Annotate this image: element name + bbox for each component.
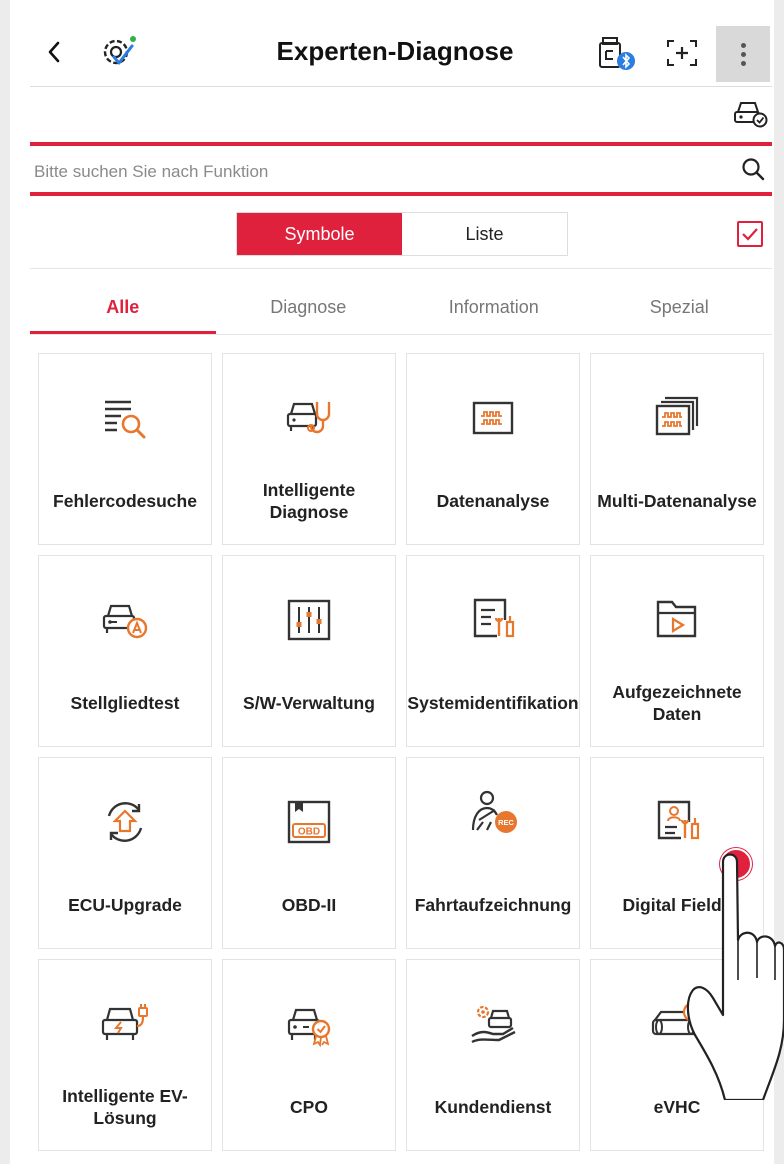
function-grid: Fehlercodesuche Intelligente Diagnose Da…: [38, 353, 764, 1151]
tile-systemidentifikation[interactable]: Systemidentifikation: [406, 555, 580, 747]
digital-field-icon: [657, 800, 700, 840]
tile-intelligente-ev-loesung[interactable]: Intelligente EV-Lösung: [38, 959, 212, 1151]
search-icon[interactable]: [740, 156, 766, 182]
more-options-button[interactable]: [716, 26, 770, 82]
car-check-icon[interactable]: [732, 98, 768, 128]
tile-aufgezeichnete-daten[interactable]: Aufgezeichnete Daten: [590, 555, 764, 747]
tile-fahrtaufzeichnung[interactable]: REC Fahrtaufzeichnung: [406, 757, 580, 949]
header-divider: [30, 86, 772, 87]
recorded-data-icon: [656, 600, 697, 638]
svg-text:REC: REC: [498, 818, 514, 827]
ev-solution-icon: [101, 1004, 148, 1040]
back-icon: [48, 41, 60, 63]
tile-intelligente-diagnose[interactable]: Intelligente Diagnose: [222, 353, 396, 545]
system-identification-icon: [473, 598, 515, 638]
smart-diagnosis-icon: [286, 402, 331, 434]
page-title: Experten-Diagnose: [276, 36, 514, 66]
tab-information[interactable]: Information: [401, 280, 587, 334]
data-analysis-icon: [472, 401, 514, 435]
tile-label: Stellgliedtest: [70, 693, 180, 714]
more-vertical-icon: [740, 42, 746, 48]
tile-label: Multi-Datenanalyse: [597, 491, 757, 512]
app-settings-icon[interactable]: [96, 30, 140, 74]
tile-sw-verwaltung[interactable]: S/W-Verwaltung: [222, 555, 396, 747]
tile-multi-datenanalyse[interactable]: Multi-Datenanalyse: [590, 353, 764, 545]
divider: [30, 334, 772, 335]
vci-bluetooth-icon[interactable]: [596, 34, 638, 74]
customer-service-icon: [471, 1005, 516, 1044]
search-input[interactable]: [34, 152, 724, 192]
tile-datenanalyse[interactable]: Datenanalyse: [406, 353, 580, 545]
tile-ecu-upgrade[interactable]: ECU-Upgrade: [38, 757, 212, 949]
tile-label: Kundendienst: [434, 1097, 552, 1118]
checkmark-icon: [742, 228, 758, 241]
tile-label: ECU-Upgrade: [68, 895, 182, 916]
multi-data-analysis-icon: [655, 396, 699, 436]
search-top-border: [30, 142, 772, 146]
svg-text:OBD: OBD: [298, 827, 320, 838]
tile-fehlercodesuche[interactable]: Fehlercodesuche: [38, 353, 212, 545]
ecu-upgrade-icon: [107, 802, 143, 842]
tile-label: OBD-II: [281, 895, 337, 916]
tile-label: Intelligente EV-Lösung: [62, 1086, 188, 1128]
tile-stellgliedtest[interactable]: Stellgliedtest: [38, 555, 212, 747]
tile-label: Aufgezeichnete Daten: [612, 682, 742, 724]
tile-cpo[interactable]: CPO: [222, 959, 396, 1151]
software-management-icon: [287, 599, 331, 641]
app-frame: Experten-Diagnose Bitte suchen Sie nach …: [10, 0, 774, 1164]
pointing-hand-icon: [686, 853, 784, 1100]
screen-capture-icon[interactable]: [664, 36, 700, 70]
tile-label: Datenanalyse: [436, 491, 550, 512]
tab-alle[interactable]: Alle: [30, 280, 216, 334]
tile-label: Fehlercodesuche: [53, 491, 197, 512]
back-button[interactable]: [40, 34, 68, 70]
app-header: Experten-Diagnose: [10, 0, 774, 86]
view-toggle: Symbole Liste: [236, 212, 568, 256]
tile-label: Systemidentifikation: [407, 693, 579, 714]
dtc-search-icon: [105, 400, 146, 439]
cpo-icon: [287, 1008, 331, 1048]
tile-label: S/W-Verwaltung: [243, 693, 375, 714]
tile-kundendienst[interactable]: Kundendienst: [406, 959, 580, 1151]
search-bottom-border: [30, 192, 772, 196]
toggle-symbols[interactable]: Symbole: [237, 213, 402, 255]
tab-diagnose[interactable]: Diagnose: [216, 280, 402, 334]
obd-ii-icon: OBD: [287, 800, 331, 844]
tile-label: CPO: [290, 1097, 328, 1118]
select-checkbox[interactable]: [737, 221, 763, 247]
tile-label: Fahrtaufzeichnung: [414, 895, 572, 916]
drive-recording-icon: REC: [471, 790, 517, 833]
tab-spezial[interactable]: Spezial: [587, 280, 773, 334]
actuation-test-icon: [102, 604, 148, 639]
tile-label: Intelligente Diagnose: [262, 480, 356, 522]
category-tabs: Alle Diagnose Information Spezial: [30, 280, 772, 334]
divider: [30, 268, 772, 269]
tile-obd-ii[interactable]: OBD OBD-II: [222, 757, 396, 949]
toggle-list[interactable]: Liste: [402, 213, 567, 255]
